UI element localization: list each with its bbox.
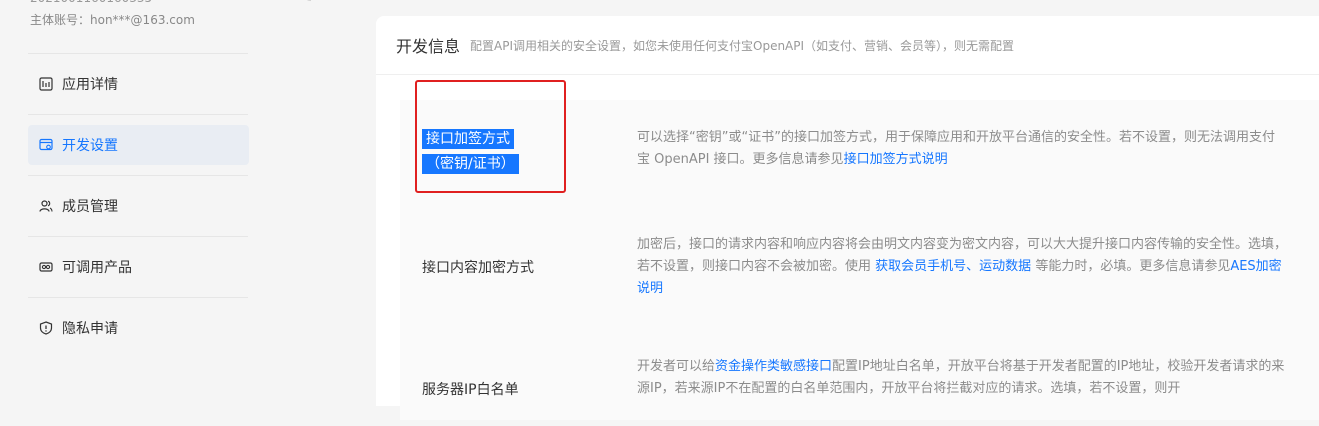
privacy-shield-icon — [39, 321, 53, 335]
sidebar-item-products[interactable]: 可调用产品 — [28, 247, 249, 287]
dev-settings-icon — [39, 138, 53, 151]
selected-text: 接口加签方式 — [422, 129, 514, 149]
sidebar-item-dev-settings[interactable]: 开发设置 — [28, 125, 249, 165]
sidebar-item-label: 应用详情 — [62, 77, 118, 93]
page-description: 配置API调用相关的安全设置，如您未使用任何支付宝OpenAPI（如支付、营销、… — [470, 38, 1015, 53]
table-row: 服务器IP白名单 开发者可以给资金操作类敏感接口配置IP地址白名单，开放平台将基… — [400, 346, 1319, 426]
selected-text: （密钥/证书） — [422, 154, 519, 174]
sidebar-item-label: 开发设置 — [62, 138, 118, 154]
sidebar-item-privacy[interactable]: 隐私申请 — [28, 308, 249, 348]
sidebar-item-label: 可调用产品 — [62, 260, 132, 276]
settings-table: 接口加签方式 （密钥/证书） 可以选择“密钥”或“证书”的接口加签方式，用于保障… — [400, 100, 1319, 420]
panel-header: 开发信息 配置API调用相关的安全设置，如您未使用任何支付宝OpenAPI（如支… — [376, 16, 1319, 75]
dev-info-panel: 开发信息 配置API调用相关的安全设置，如您未使用任何支付宝OpenAPI（如支… — [376, 16, 1319, 420]
app-id-text: 2021001160160335✎ — [30, 0, 312, 5]
divider — [28, 236, 248, 237]
row-description: 可以选择“密钥”或“证书”的接口加签方式，用于保障应用和开放平台通信的安全性。若… — [637, 130, 1275, 167]
divider — [28, 114, 248, 115]
products-icon — [39, 262, 53, 272]
row-description: 加密后，接口的请求内容和响应内容将会由明文内容变为密文内容，可以大大提升接口内容… — [637, 237, 1288, 296]
divider — [28, 297, 248, 298]
sensitive-api-link[interactable]: 资金操作类敏感接口 — [715, 359, 832, 374]
divider — [28, 175, 248, 176]
sidebar: 2021001160160335✎ 主体账号：hon***@163.com 应用… — [0, 0, 312, 390]
page-title: 开发信息 — [396, 37, 461, 56]
row-description: 开发者可以给资金操作类敏感接口配置IP地址白名单，开放平台将基于开发者配置的IP… — [637, 359, 1285, 396]
app-detail-icon — [39, 77, 53, 91]
members-icon — [39, 200, 53, 212]
divider — [28, 53, 248, 54]
account-email: 主体账号：hon***@163.com — [30, 13, 195, 27]
edit-icon[interactable]: ✎ — [302, 0, 312, 5]
sidebar-item-members[interactable]: 成员管理 — [28, 186, 249, 226]
row-label-encryption: 接口内容加密方式 — [422, 260, 534, 276]
table-row: 接口加签方式 （密钥/证书） 可以选择“密钥”或“证书”的接口加签方式，用于保障… — [400, 100, 1319, 226]
member-phone-link[interactable]: 获取会员手机号 — [875, 259, 966, 274]
sports-data-link[interactable]: 运动数据 — [979, 259, 1031, 274]
row-label-signing: 接口加签方式 （密钥/证书） — [422, 127, 519, 177]
table-row: 接口内容加密方式 加密后，接口的请求内容和响应内容将会由明文内容变为密文内容，可… — [400, 226, 1319, 346]
sidebar-item-label: 隐私申请 — [62, 321, 118, 337]
sidebar-item-app-detail[interactable]: 应用详情 — [28, 64, 249, 104]
signing-method-link[interactable]: 接口加签方式说明 — [844, 152, 948, 167]
sidebar-item-label: 成员管理 — [62, 199, 118, 215]
row-label-ip-whitelist: 服务器IP白名单 — [422, 382, 519, 398]
